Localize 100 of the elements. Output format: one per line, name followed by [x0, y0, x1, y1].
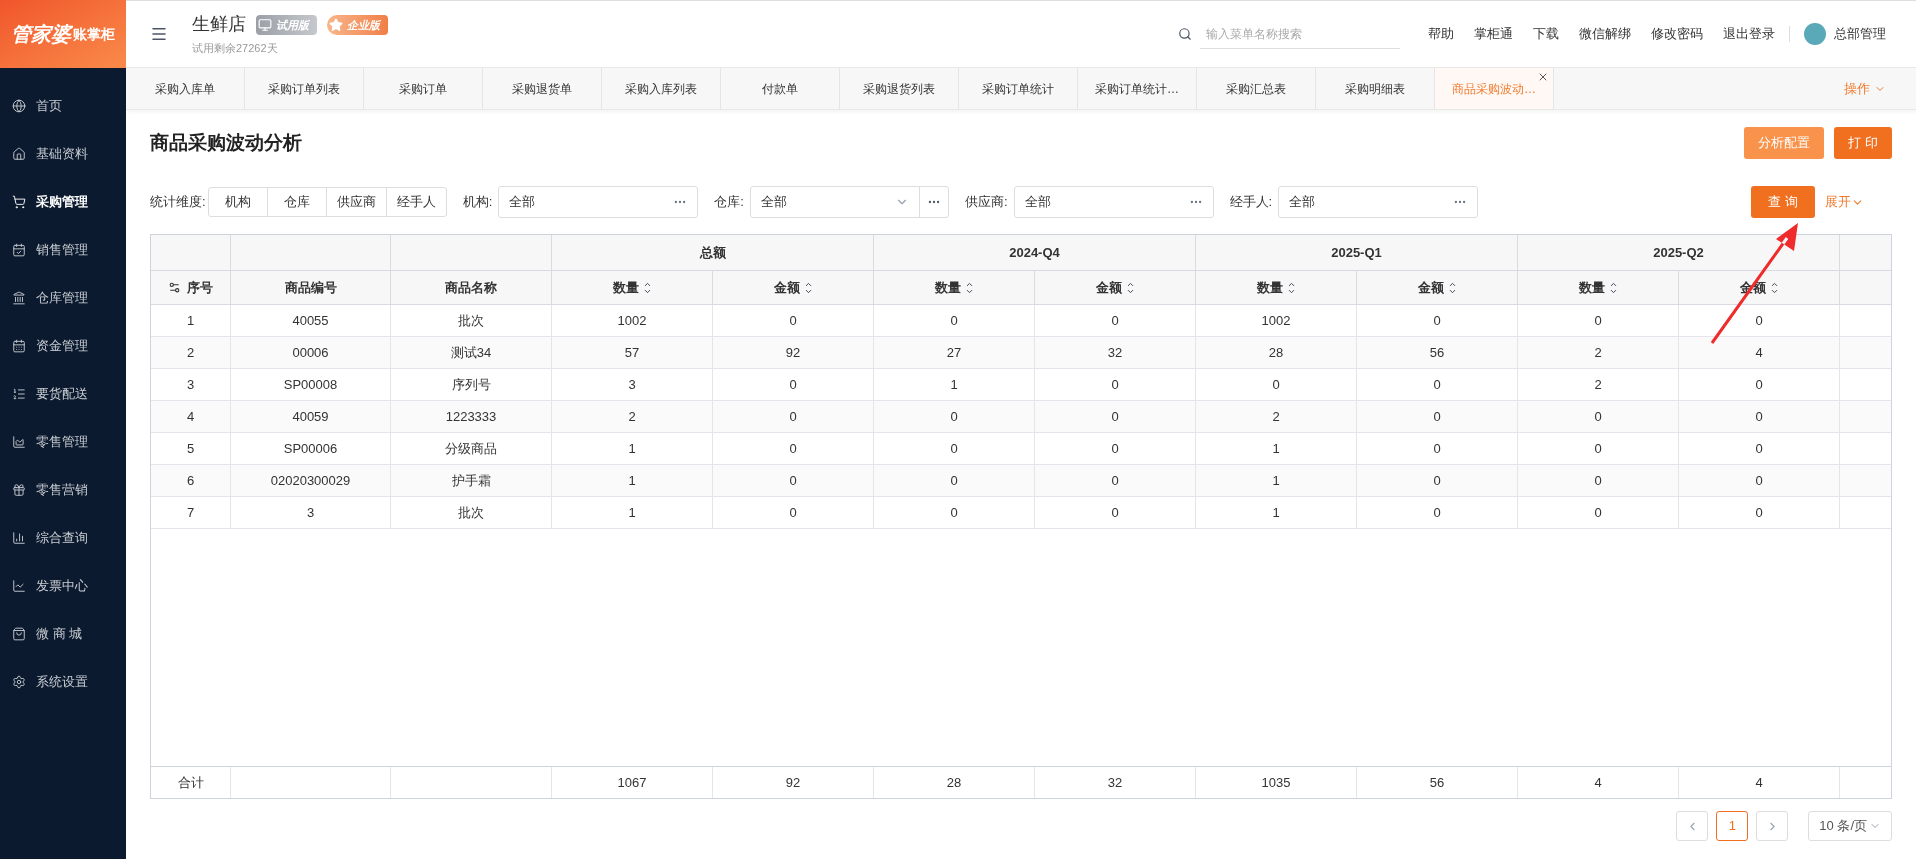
tab[interactable]: 采购订单统计… — [1078, 68, 1197, 109]
column-header: 商品编号 — [231, 271, 391, 304]
logo-sub: 账掌柜 — [73, 25, 115, 42]
header-link[interactable]: 掌柜通 — [1474, 24, 1513, 44]
menu-icon[interactable] — [150, 25, 168, 43]
sidebar-item[interactable]: 综合查询 — [0, 514, 126, 562]
header-link[interactable]: 下载 — [1533, 24, 1559, 44]
search-field[interactable]: 输入菜单名称搜索 — [1200, 19, 1400, 49]
table-cell: 27 — [874, 337, 1035, 368]
tab[interactable]: 采购订单列表 — [245, 68, 364, 109]
sidebar-item[interactable]: 采购管理 — [0, 178, 126, 226]
sidebar-item[interactable]: 零售管理 — [0, 418, 126, 466]
sidebar-item[interactable]: 资金管理 — [0, 322, 126, 370]
sidebar-item[interactable]: 要货配送 — [0, 370, 126, 418]
enterprise-badge: 企业版 — [327, 14, 388, 35]
group-header: 2024-Q4 — [874, 235, 1196, 270]
group-header: 2025-Q1 — [1196, 235, 1518, 270]
dimension-option[interactable]: 机构 — [207, 187, 268, 217]
column-header[interactable]: 数量 — [874, 271, 1035, 304]
table-cell: 0 — [713, 433, 874, 464]
tab[interactable]: 采购订单统计 — [959, 68, 1078, 109]
table-cell: 护手霜 — [391, 465, 552, 496]
dimension-option[interactable]: 供应商 — [325, 187, 387, 217]
sidebar-item[interactable]: 仓库管理 — [0, 274, 126, 322]
header-link[interactable]: 帮助 — [1428, 24, 1454, 44]
filter-label: 经手人: — [1229, 193, 1273, 212]
table-cell: 0 — [713, 305, 874, 336]
table-cell: 0 — [713, 401, 874, 432]
search-icon[interactable] — [1178, 27, 1192, 41]
table-cell: 0 — [1518, 305, 1679, 336]
group-header: 总额 — [552, 235, 874, 270]
table-cell: 1 — [1196, 497, 1357, 528]
table-cell: 0 — [1035, 401, 1196, 432]
table-cell: 1002 — [1196, 305, 1357, 336]
avatar[interactable] — [1804, 23, 1826, 45]
table-cell: 1 — [552, 497, 713, 528]
close-icon[interactable] — [1537, 71, 1549, 83]
sidebar-item[interactable]: 发票中心 — [0, 562, 126, 610]
tab[interactable]: 采购入库单 — [126, 68, 245, 109]
sidebar-item[interactable]: 微 商 城 — [0, 610, 126, 658]
total-label: 合计 — [151, 767, 231, 798]
total-cell: 1035 — [1196, 767, 1357, 798]
total-cell: 4 — [1518, 767, 1679, 798]
column-header[interactable]: 金额 — [713, 271, 874, 304]
table-cell: 1223333 — [391, 401, 552, 432]
picker-field[interactable]: 全部 — [1013, 186, 1214, 218]
table-cell: 1 — [1196, 433, 1357, 464]
table-cell: 0 — [1357, 305, 1518, 336]
tab[interactable]: 采购退货单 — [483, 68, 602, 109]
sidebar-item[interactable]: 销售管理 — [0, 226, 126, 274]
dimension-option[interactable]: 仓库 — [266, 187, 327, 217]
table-cell: 2 — [1518, 369, 1679, 400]
table-cell: 0 — [1035, 433, 1196, 464]
column-header[interactable]: 数量 — [552, 271, 713, 304]
column-header[interactable]: 数量 — [1196, 271, 1357, 304]
table-cell: 1 — [552, 465, 713, 496]
table-cell: 1 — [874, 369, 1035, 400]
table-cell: 0 — [1679, 369, 1840, 400]
table-cell: 2 — [1518, 337, 1679, 368]
header-link[interactable]: 修改密码 — [1651, 24, 1703, 44]
column-header[interactable]: 数量 — [1518, 271, 1679, 304]
column-header[interactable]: 金额 — [1357, 271, 1518, 304]
table-cell: 28 — [1196, 337, 1357, 368]
tab[interactable]: 付款单 — [721, 68, 840, 109]
table-cell: 批次 — [391, 497, 552, 528]
table-cell: 57 — [552, 337, 713, 368]
total-cell: 1067 — [552, 767, 713, 798]
table-cell: 0 — [1679, 433, 1840, 464]
calendar-icon — [12, 243, 26, 257]
column-header[interactable]: 金额 — [1035, 271, 1196, 304]
tab[interactable]: 采购汇总表 — [1197, 68, 1316, 109]
table-cell: 0 — [713, 465, 874, 496]
table-cell: 2 — [552, 401, 713, 432]
sidebar-item[interactable]: 零售营销 — [0, 466, 126, 514]
select-field[interactable]: 全部 — [749, 186, 920, 218]
table-cell: 0 — [874, 401, 1035, 432]
dimension-option[interactable]: 经手人 — [385, 187, 447, 217]
tab[interactable]: 采购入库列表 — [602, 68, 721, 109]
table-cell: 分级商品 — [391, 433, 552, 464]
page-size-select[interactable]: 10 条/页 — [1808, 811, 1892, 841]
picker-field[interactable]: 全部 — [1278, 186, 1479, 218]
tab[interactable]: 采购退货列表 — [840, 68, 959, 109]
header-link[interactable]: 退出登录 — [1723, 24, 1775, 44]
table-cell: 0 — [874, 465, 1035, 496]
sidebar-item[interactable]: 系统设置 — [0, 658, 126, 706]
table-cell: SP00008 — [231, 369, 391, 400]
table-cell: 0 — [1679, 497, 1840, 528]
table-cell: 0 — [1357, 465, 1518, 496]
picker-field[interactable]: 全部 — [498, 186, 699, 218]
user-name[interactable]: 总部管理 — [1834, 24, 1886, 44]
tab[interactable]: 采购订单 — [364, 68, 483, 109]
total-cell: 28 — [874, 767, 1035, 798]
sidebar-item[interactable]: 基础资料 — [0, 130, 126, 178]
sidebar-item[interactable]: 首页 — [0, 82, 126, 130]
total-cell: 56 — [1357, 767, 1518, 798]
calendar-icon — [12, 339, 26, 353]
table-cell: 0 — [1357, 369, 1518, 400]
table-cell: 2 — [151, 337, 231, 368]
header-link[interactable]: 微信解绑 — [1579, 24, 1631, 44]
table-cell: 0 — [874, 497, 1035, 528]
